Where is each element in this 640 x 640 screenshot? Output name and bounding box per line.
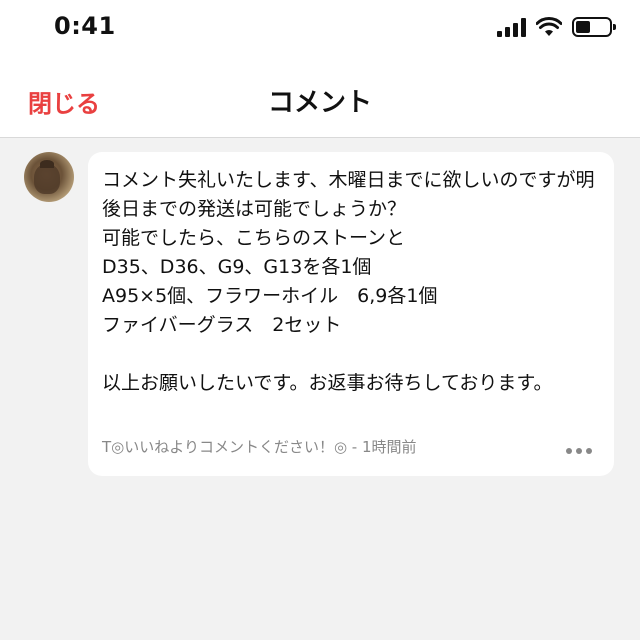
cellular-signal-icon [497, 17, 526, 37]
wifi-icon [536, 17, 562, 36]
comment-bubble: コメント失礼いたします、木曜日までに欲しいのですが明後日までの発送は可能でしょう… [88, 152, 614, 476]
more-options-icon[interactable] [566, 448, 592, 454]
comment-meta: T◎いいねよりコメントください！◎ - 1時間前 [102, 438, 417, 456]
status-bar: 0:41 [0, 0, 640, 60]
avatar[interactable] [24, 152, 74, 202]
battery-icon [572, 17, 616, 37]
status-icons [497, 16, 616, 38]
comment-text: コメント失礼いたします、木曜日までに欲しいのですが明後日までの発送は可能でしょう… [102, 169, 595, 394]
page-title: コメント [267, 88, 372, 118]
navbar: 閉じる コメント [0, 60, 640, 138]
status-time: 0:41 [54, 12, 116, 40]
